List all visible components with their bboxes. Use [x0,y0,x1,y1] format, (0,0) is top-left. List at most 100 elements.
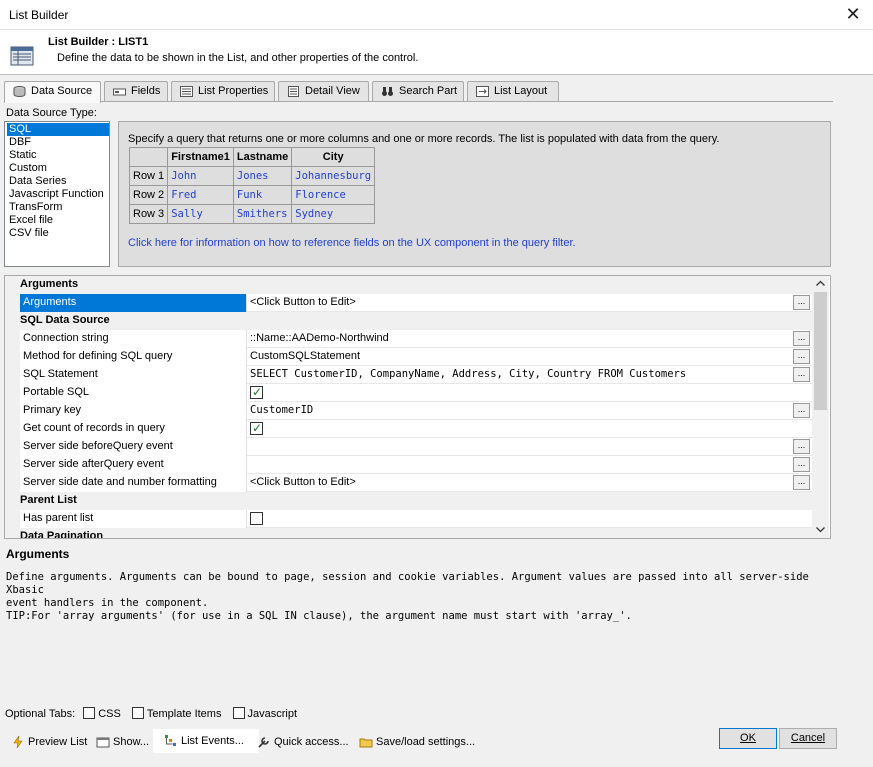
ok-button[interactable]: OK [719,728,777,749]
javascript-label: Javascript [247,708,298,720]
category-label: SQL Data Source [20,314,110,326]
property-name[interactable]: Server side afterQuery event [20,456,247,474]
category-data-pagination[interactable]: Data Pagination [5,528,813,538]
property-value[interactable]: CustomSQLStatement [247,348,793,366]
table-cell: Jones [232,166,293,186]
header-title: List Builder : LIST1 [48,36,149,48]
scrollbar-thumb[interactable] [814,292,827,410]
property-row-primary-key[interactable]: Primary key CustomerID ... [5,402,813,420]
events-icon [165,735,176,746]
property-value[interactable]: SELECT CustomerID, CompanyName, Address,… [247,366,793,384]
property-name[interactable]: Method for defining SQL query [20,348,247,366]
property-name[interactable]: Arguments [20,294,247,312]
category-parent-list[interactable]: Parent List [5,492,813,510]
row-gutter [5,402,20,420]
preview-list-label: Preview List [28,736,88,748]
data-source-item-data-series[interactable]: Data Series [7,175,109,188]
property-value[interactable]: <Click Button to Edit> [247,474,793,492]
property-name[interactable]: Connection string [20,330,247,348]
table-row: Row 2 Fred Funk Florence [128,185,376,205]
ellipsis-button[interactable]: ... [793,439,810,454]
tab-data-source[interactable]: Data Source [4,81,101,103]
property-value[interactable]: <Click Button to Edit> [247,294,793,312]
tab-list-layout[interactable]: List Layout [467,81,559,102]
data-source-type-list[interactable]: SQL DBF Static Custom Data Series Javasc… [4,121,110,267]
data-source-item-dbf[interactable]: DBF [7,136,109,149]
property-row-before-query[interactable]: Server side beforeQuery event ... [5,438,813,456]
property-row-has-parent-list[interactable]: Has parent list [5,510,813,528]
ellipsis-button[interactable]: ... [793,295,810,310]
cancel-button[interactable]: Cancel [779,728,837,749]
query-filter-help-link[interactable]: Click here for information on how to ref… [128,237,576,249]
property-name[interactable]: Portable SQL [20,384,247,402]
tab-label: Search Part [399,85,458,97]
tab-fields[interactable]: Fields [104,81,168,102]
ellipsis-button[interactable]: ... [793,367,810,382]
property-value[interactable]: CustomerID [247,402,793,420]
property-row-arguments[interactable]: Arguments <Click Button to Edit> ... [5,294,813,312]
has-parent-list-checkbox[interactable] [250,512,263,525]
table-cell: Smithers [232,204,293,224]
data-source-item-static[interactable]: Static [7,149,109,162]
save-load-settings-button[interactable]: Save/load settings... [358,733,475,753]
ellipsis-button[interactable]: ... [793,475,810,490]
tab-detail-view[interactable]: Detail View [278,81,369,102]
css-label: CSS [98,708,121,720]
property-name[interactable]: Primary key [20,402,247,420]
category-arguments[interactable]: Arguments [5,276,813,294]
get-count-checkbox[interactable] [250,420,263,437]
property-row-sql-statement[interactable]: SQL Statement SELECT CustomerID, Company… [5,366,813,384]
portable-sql-checkbox[interactable] [250,384,263,401]
ellipsis-button[interactable]: ... [793,349,810,364]
list-events-button[interactable]: List Events... [153,729,259,753]
ellipsis-button[interactable]: ... [793,331,810,346]
data-source-item-sql[interactable]: SQL [7,123,109,136]
template-items-checkbox[interactable] [131,707,144,719]
show-label: Show... [113,736,150,748]
javascript-checkbox[interactable] [232,707,245,719]
property-name[interactable]: Server side beforeQuery event [20,438,247,456]
table-header: City [291,147,376,167]
property-name[interactable]: Server side date and number formatting [20,474,247,492]
table-cell: John [167,166,234,186]
scroll-down-icon[interactable] [815,525,826,534]
data-source-item-javascript-function[interactable]: Javascript Function [7,188,109,201]
property-name[interactable]: Get count of records in query [20,420,247,438]
property-name[interactable]: Has parent list [20,510,247,528]
property-row-connection-string[interactable]: Connection string ::Name::AADemo-Northwi… [5,330,813,348]
ok-label: OK [740,732,756,744]
data-source-item-csv-file[interactable]: CSV file [7,227,109,240]
tab-search-part[interactable]: Search Part [372,81,464,102]
data-source-item-custom[interactable]: Custom [7,162,109,175]
data-source-item-transform[interactable]: TransForm [7,201,109,214]
quick-access-button[interactable]: Quick access... [256,733,349,753]
property-value[interactable] [247,456,793,474]
tab-list-properties[interactable]: List Properties [171,81,275,102]
category-label: Parent List [20,494,77,506]
category-sql-data-source[interactable]: SQL Data Source [5,312,813,330]
property-value[interactable] [247,438,793,456]
table-cell: Florence [291,185,376,205]
data-source-item-excel-file[interactable]: Excel file [7,214,109,227]
preview-list-button[interactable]: Preview List [10,733,87,753]
fields-icon [113,88,126,96]
property-row-get-count[interactable]: Get count of records in query [5,420,813,438]
property-name[interactable]: SQL Statement [20,366,247,384]
ellipsis-button[interactable]: ... [793,457,810,472]
table-header: Lastname [232,147,293,167]
property-value[interactable]: ::Name::AADemo-Northwind [247,330,793,348]
scroll-up-icon[interactable] [815,279,826,288]
property-row-after-query[interactable]: Server side afterQuery event ... [5,456,813,474]
header-subtitle: Define the data to be shown in the List,… [57,52,419,64]
css-checkbox[interactable] [83,707,96,719]
description-body: Define arguments. Arguments can be bound… [6,571,809,622]
ellipsis-button[interactable]: ... [793,403,810,418]
description-title: Arguments [6,547,70,561]
close-button[interactable]: ✕ [833,0,873,30]
show-button[interactable]: Show... [95,733,149,753]
tab-label: Fields [131,85,161,97]
property-row-formatting[interactable]: Server side date and number formatting <… [5,474,813,492]
folder-icon [359,738,373,748]
property-row-sql-method[interactable]: Method for defining SQL query CustomSQLS… [5,348,813,366]
property-row-portable-sql[interactable]: Portable SQL [5,384,813,402]
